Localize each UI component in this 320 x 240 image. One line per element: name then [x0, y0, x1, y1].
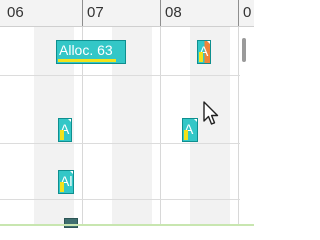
hour-header-06: 06	[7, 4, 24, 21]
hour-gridline	[238, 27, 239, 226]
corner-fold	[206, 41, 210, 45]
allocation-block[interactable]: A	[58, 118, 72, 142]
allocation-progress	[58, 59, 116, 62]
allocation-progress	[184, 130, 188, 140]
hour-header-09: 0	[238, 0, 254, 26]
row-separator	[0, 143, 240, 144]
row-separator	[0, 75, 240, 76]
hour-header-08: 08	[160, 0, 238, 26]
allocation-block[interactable]: A	[197, 40, 211, 64]
allocation-progress	[199, 52, 203, 62]
allocation-progress	[60, 130, 64, 140]
allocation-block[interactable]: Al	[58, 170, 74, 194]
corner-fold	[67, 119, 71, 123]
allocation-progress	[60, 182, 64, 192]
corner-fold	[69, 171, 73, 175]
corner-fold	[193, 119, 197, 123]
vertical-scrollbar-thumb[interactable]	[242, 38, 246, 62]
hour-header-07: 07	[82, 0, 160, 26]
row-separator	[0, 199, 240, 200]
allocation-label: Alloc. 63	[59, 42, 113, 58]
timeline-header: 06 07 08 0	[0, 0, 254, 27]
allocation-block[interactable]: Alloc. 63	[56, 40, 126, 64]
mouse-pointer-icon	[203, 101, 219, 125]
today-marker	[0, 224, 254, 226]
allocation-block[interactable]: A	[182, 118, 198, 142]
hour-gridline	[160, 27, 161, 226]
allocation-block[interactable]	[64, 218, 78, 228]
